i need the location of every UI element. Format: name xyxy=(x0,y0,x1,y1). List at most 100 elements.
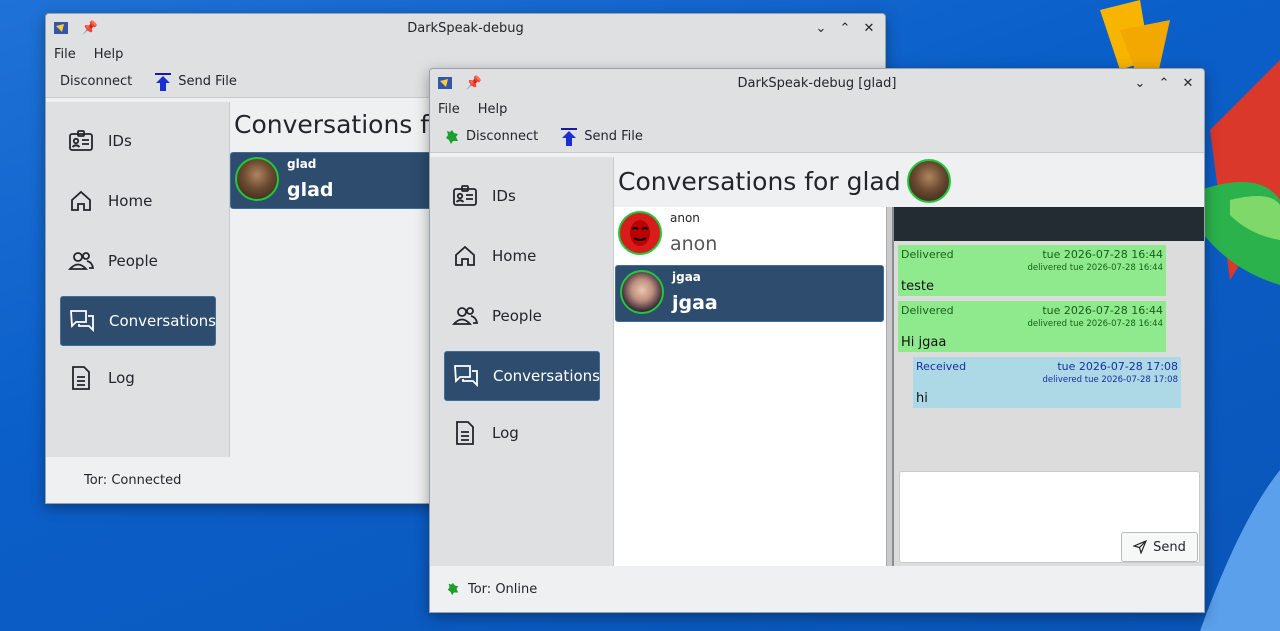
message-status: Delivered xyxy=(901,248,954,261)
sidebar-item-ids[interactable]: IDs xyxy=(444,171,600,221)
tor-status: Tor: Connected xyxy=(84,472,182,488)
sidebar-item-label: IDs xyxy=(108,132,132,150)
sidebar-nav: IDs Home People Conversations Log xyxy=(46,102,230,458)
conversation-item-glad[interactable]: glad glad xyxy=(230,152,450,209)
sidebar-item-label: Conversations xyxy=(109,312,216,330)
id-card-icon xyxy=(69,130,93,151)
people-icon xyxy=(68,252,94,270)
sidebar-item-label: People xyxy=(492,307,542,325)
message-received: Received tue 2026-07-28 17:08 delivered t… xyxy=(913,357,1181,408)
pin-icon[interactable]: 📌 xyxy=(466,75,482,91)
sidebar-item-home[interactable]: Home xyxy=(60,176,216,226)
chat-icon xyxy=(70,310,94,333)
sidebar-item-label: Conversations xyxy=(493,367,600,385)
maximize-button[interactable]: ⌃ xyxy=(1156,75,1172,91)
chat-header-bar xyxy=(894,207,1204,241)
send-file-button[interactable]: Send File xyxy=(154,72,237,92)
people-icon xyxy=(452,307,478,325)
message-status: Received xyxy=(916,360,967,373)
sidebar-item-home[interactable]: Home xyxy=(444,231,600,281)
close-button[interactable]: ✕ xyxy=(1180,75,1196,91)
document-icon xyxy=(72,366,90,390)
sidebar-item-people[interactable]: People xyxy=(444,291,600,341)
disconnect-button[interactable]: Disconnect xyxy=(60,74,132,89)
onion-online-icon xyxy=(446,129,458,144)
menu-file[interactable]: File xyxy=(438,102,460,117)
close-button[interactable]: ✕ xyxy=(861,20,877,36)
minimize-button[interactable]: ⌄ xyxy=(813,20,829,36)
conversation-name-large: glad xyxy=(287,179,334,201)
home-icon xyxy=(71,190,91,211)
sidebar-item-conversations[interactable]: Conversations xyxy=(60,296,216,346)
conversation-name-small: jgaa xyxy=(672,270,701,284)
mask-icon xyxy=(630,220,650,246)
sidebar-item-label: Log xyxy=(108,369,135,387)
message-delivered-time: delivered tue 2026-07-28 17:08 xyxy=(1042,375,1179,385)
titlebar[interactable]: 📌 DarkSpeak-debug [glad] ⌄ ⌃ ✕ xyxy=(430,69,1204,97)
send-file-label: Send File xyxy=(178,74,237,89)
conversation-list: anon anon jgaa jgaa xyxy=(614,207,886,567)
message-time: tue 2026-07-28 16:44 xyxy=(1042,248,1163,261)
document-icon xyxy=(456,421,474,445)
sidebar-item-ids[interactable]: IDs xyxy=(60,116,216,166)
app-icon xyxy=(438,77,452,89)
toolbar: Disconnect Send File xyxy=(430,121,1204,153)
menu-help[interactable]: Help xyxy=(478,102,508,117)
window-title: DarkSpeak-debug xyxy=(407,20,524,36)
message-time: tue 2026-07-28 16:44 xyxy=(1042,304,1163,317)
maximize-button[interactable]: ⌃ xyxy=(837,20,853,36)
conversation-item-jgaa[interactable]: jgaa jgaa xyxy=(615,265,884,322)
message-text: hi xyxy=(916,391,928,406)
sidebar-item-label: People xyxy=(108,252,158,270)
upload-arrow-icon xyxy=(155,72,172,91)
disconnect-label: Disconnect xyxy=(60,74,133,89)
conversation-item-anon[interactable]: anon anon xyxy=(614,207,884,263)
sidebar-item-label: IDs xyxy=(492,187,516,205)
status-bar: Tor: Online xyxy=(430,566,1204,612)
chat-pane: Delivered tue 2026-07-28 16:44 delivered … xyxy=(894,207,1204,567)
message-sent: Delivered tue 2026-07-28 16:44 delivered … xyxy=(898,245,1166,296)
send-button[interactable]: Send xyxy=(1121,532,1198,562)
upload-arrow-icon xyxy=(561,127,578,146)
sidebar-item-log[interactable]: Log xyxy=(444,408,600,458)
page-title: Conversations for xyxy=(234,110,455,139)
identity-avatar[interactable] xyxy=(906,159,951,203)
window-title: DarkSpeak-debug [glad] xyxy=(737,75,897,91)
sidebar-nav: IDs Home People Conversations Log xyxy=(430,157,614,567)
sidebar-item-conversations[interactable]: Conversations xyxy=(444,351,600,401)
pin-icon[interactable]: 📌 xyxy=(82,20,98,36)
id-card-icon xyxy=(453,185,477,206)
message-delivered-time: delivered tue 2026-07-28 16:44 xyxy=(1027,319,1164,329)
conversation-name-small: glad xyxy=(287,157,317,171)
splitter-handle[interactable] xyxy=(886,207,894,567)
minimize-button[interactable]: ⌄ xyxy=(1132,75,1148,91)
sidebar-item-log[interactable]: Log xyxy=(60,353,216,403)
message-delivered-time: delivered tue 2026-07-28 16:44 xyxy=(1027,263,1164,273)
sidebar-item-label: Home xyxy=(492,247,537,265)
message-text: Hi jgaa xyxy=(901,335,947,350)
menu-help[interactable]: Help xyxy=(94,47,124,62)
send-label: Send xyxy=(1153,539,1186,555)
menubar: File Help xyxy=(46,42,885,66)
titlebar[interactable]: 📌 DarkSpeak-debug ⌄ ⌃ ✕ xyxy=(46,14,885,42)
menubar: File Help xyxy=(430,97,1204,121)
chat-icon xyxy=(454,365,478,388)
disconnect-button[interactable]: Disconnect xyxy=(444,129,538,145)
message-status: Delivered xyxy=(901,304,954,317)
sidebar-item-label: Home xyxy=(108,192,153,210)
message-time: tue 2026-07-28 17:08 xyxy=(1057,360,1178,373)
tor-status: Tor: Online xyxy=(468,581,538,597)
sidebar-item-label: Log xyxy=(492,424,519,442)
sidebar-item-people[interactable]: People xyxy=(60,236,216,286)
page-title: Conversations for glad xyxy=(618,166,901,196)
menu-file[interactable]: File xyxy=(54,47,76,62)
conversation-name-small: anon xyxy=(670,211,700,225)
conversation-name-large: jgaa xyxy=(672,292,718,314)
window-darkspeak-glad: 📌 DarkSpeak-debug [glad] ⌄ ⌃ ✕ File Help… xyxy=(429,68,1205,613)
conversation-name-large: anon xyxy=(670,233,718,255)
home-icon xyxy=(455,245,475,266)
message-sent: Delivered tue 2026-07-28 16:44 delivered … xyxy=(898,301,1166,352)
send-file-button[interactable]: Send File xyxy=(560,127,643,147)
message-text: teste xyxy=(901,279,934,294)
avatar xyxy=(235,157,279,201)
